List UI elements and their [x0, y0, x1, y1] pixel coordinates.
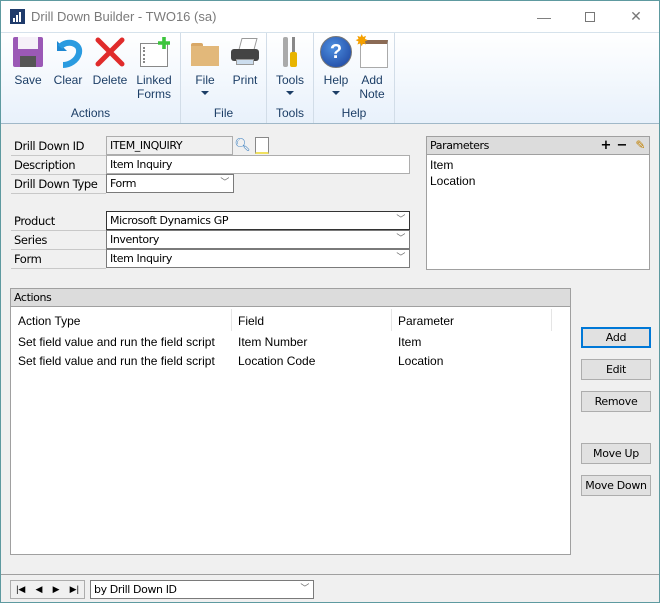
add-parameter-icon[interactable]: + [601, 137, 612, 154]
group-label-actions: Actions [70, 106, 111, 120]
lookup-magnifier-icon[interactable]: 🔍︎ [234, 137, 251, 154]
edit-action-button[interactable]: Edit [581, 359, 651, 380]
ribbon-group-tools: Tools Tools [267, 33, 314, 123]
ribbon-group-help: ? Help ✸ Add Note Help [314, 33, 395, 123]
series-select[interactable]: Inventory ﹀ [106, 230, 410, 249]
print-button[interactable]: Print [227, 35, 263, 87]
save-button[interactable]: Save [10, 35, 46, 87]
last-record-icon[interactable]: ▶| [70, 584, 79, 595]
minimize-icon: — [537, 8, 551, 25]
close-button[interactable]: ✕ [613, 1, 659, 32]
floppy-disk-icon [11, 35, 45, 69]
chevron-down-icon: ﹀ [396, 215, 405, 225]
maximize-icon [585, 11, 595, 22]
parameter-item[interactable]: Item [430, 157, 453, 173]
clear-button[interactable]: Clear [50, 35, 86, 87]
drill-down-type-select[interactable]: Form ﹀ [106, 174, 234, 193]
help-icon: ? [319, 35, 353, 69]
dropdown-caret-icon [201, 91, 209, 95]
chevron-down-icon: ﹀ [396, 234, 405, 244]
tools-icon [273, 35, 307, 69]
close-icon: ✕ [630, 8, 642, 24]
window-title: Drill Down Builder - TWO16 (sa) [31, 9, 217, 24]
group-label-help: Help [341, 106, 367, 120]
parameters-list[interactable]: Item Location [426, 155, 650, 270]
linked-forms-icon [137, 35, 171, 69]
sort-by-select[interactable]: by Drill Down ID ﹀ [90, 580, 314, 599]
note-icon: ✸ [355, 34, 389, 69]
edit-parameter-icon[interactable]: ✎ [635, 137, 645, 154]
group-label-file: File [213, 106, 234, 120]
description-label: Description [11, 156, 106, 175]
description-field[interactable]: Item Inquiry [106, 155, 410, 174]
column-header-parameter[interactable]: Parameter [398, 314, 454, 328]
tools-button[interactable]: Tools [272, 35, 308, 95]
column-header-field[interactable]: Field [238, 314, 264, 328]
dropdown-caret-icon [332, 91, 340, 95]
ribbon-group-actions: Save Clear Delete Linked Forms Actions [1, 33, 181, 123]
actions-header: Actions [10, 288, 571, 307]
table-row[interactable]: Set field value and run the field script… [11, 354, 570, 373]
maximize-button[interactable] [567, 1, 613, 32]
printer-icon [228, 35, 262, 69]
series-label: Series [11, 231, 106, 250]
form-label: Form [11, 250, 106, 269]
status-bar: |◀ ◀ ▶ ▶| by Drill Down ID ﹀ [1, 574, 659, 602]
add-note-button[interactable]: ✸ Add Note [354, 34, 390, 101]
parameters-header: Parameters + − ✎ [426, 136, 650, 155]
chevron-down-icon: ﹀ [220, 178, 229, 188]
dropdown-caret-icon [286, 91, 294, 95]
table-row[interactable]: Set field value and run the field script… [11, 335, 570, 354]
drill-down-id-label: Drill Down ID [11, 137, 106, 156]
form-select[interactable]: Item Inquiry ﹀ [106, 249, 410, 268]
product-label: Product [11, 212, 106, 231]
help-button[interactable]: ? Help [318, 35, 354, 95]
red-x-icon [93, 35, 127, 69]
move-down-button[interactable]: Move Down [581, 475, 651, 496]
new-document-icon[interactable] [255, 137, 269, 154]
app-icon [10, 9, 25, 24]
ribbon: Save Clear Delete Linked Forms Actions F… [1, 32, 659, 124]
add-action-button[interactable]: Add [581, 327, 651, 348]
first-record-icon[interactable]: |◀ [16, 584, 25, 595]
file-button[interactable]: File [187, 35, 223, 95]
group-label-tools: Tools [275, 106, 304, 120]
ribbon-group-file: File Print File [181, 33, 267, 123]
remove-action-button[interactable]: Remove [581, 391, 651, 412]
previous-record-icon[interactable]: ◀ [36, 584, 43, 595]
undo-arrow-icon [51, 35, 85, 69]
actions-list[interactable]: Action Type Field Parameter Set field va… [10, 307, 571, 555]
product-select[interactable]: Microsoft Dynamics GP ﹀ [106, 211, 410, 230]
linked-forms-button[interactable]: Linked Forms [134, 35, 174, 101]
record-navigation: |◀ ◀ ▶ ▶| [10, 580, 85, 599]
title-bar: Drill Down Builder - TWO16 (sa) — ✕ [1, 1, 659, 32]
drill-down-id-field[interactable]: ITEM_INQUIRY [106, 136, 233, 155]
delete-button[interactable]: Delete [90, 35, 130, 87]
move-up-button[interactable]: Move Up [581, 443, 651, 464]
chevron-down-icon: ﹀ [396, 253, 405, 263]
column-header-action-type[interactable]: Action Type [18, 314, 80, 328]
chevron-down-icon: ﹀ [300, 584, 309, 594]
drill-down-builder-window: Drill Down Builder - TWO16 (sa) — ✕ Save… [0, 0, 660, 603]
minimize-button[interactable]: — [521, 1, 567, 32]
remove-parameter-icon[interactable]: − [617, 137, 628, 154]
folder-icon [188, 35, 222, 69]
drill-down-type-label: Drill Down Type [11, 175, 106, 194]
next-record-icon[interactable]: ▶ [53, 584, 60, 595]
actions-column-headers: Action Type Field Parameter [11, 307, 570, 333]
parameter-item[interactable]: Location [430, 173, 475, 189]
